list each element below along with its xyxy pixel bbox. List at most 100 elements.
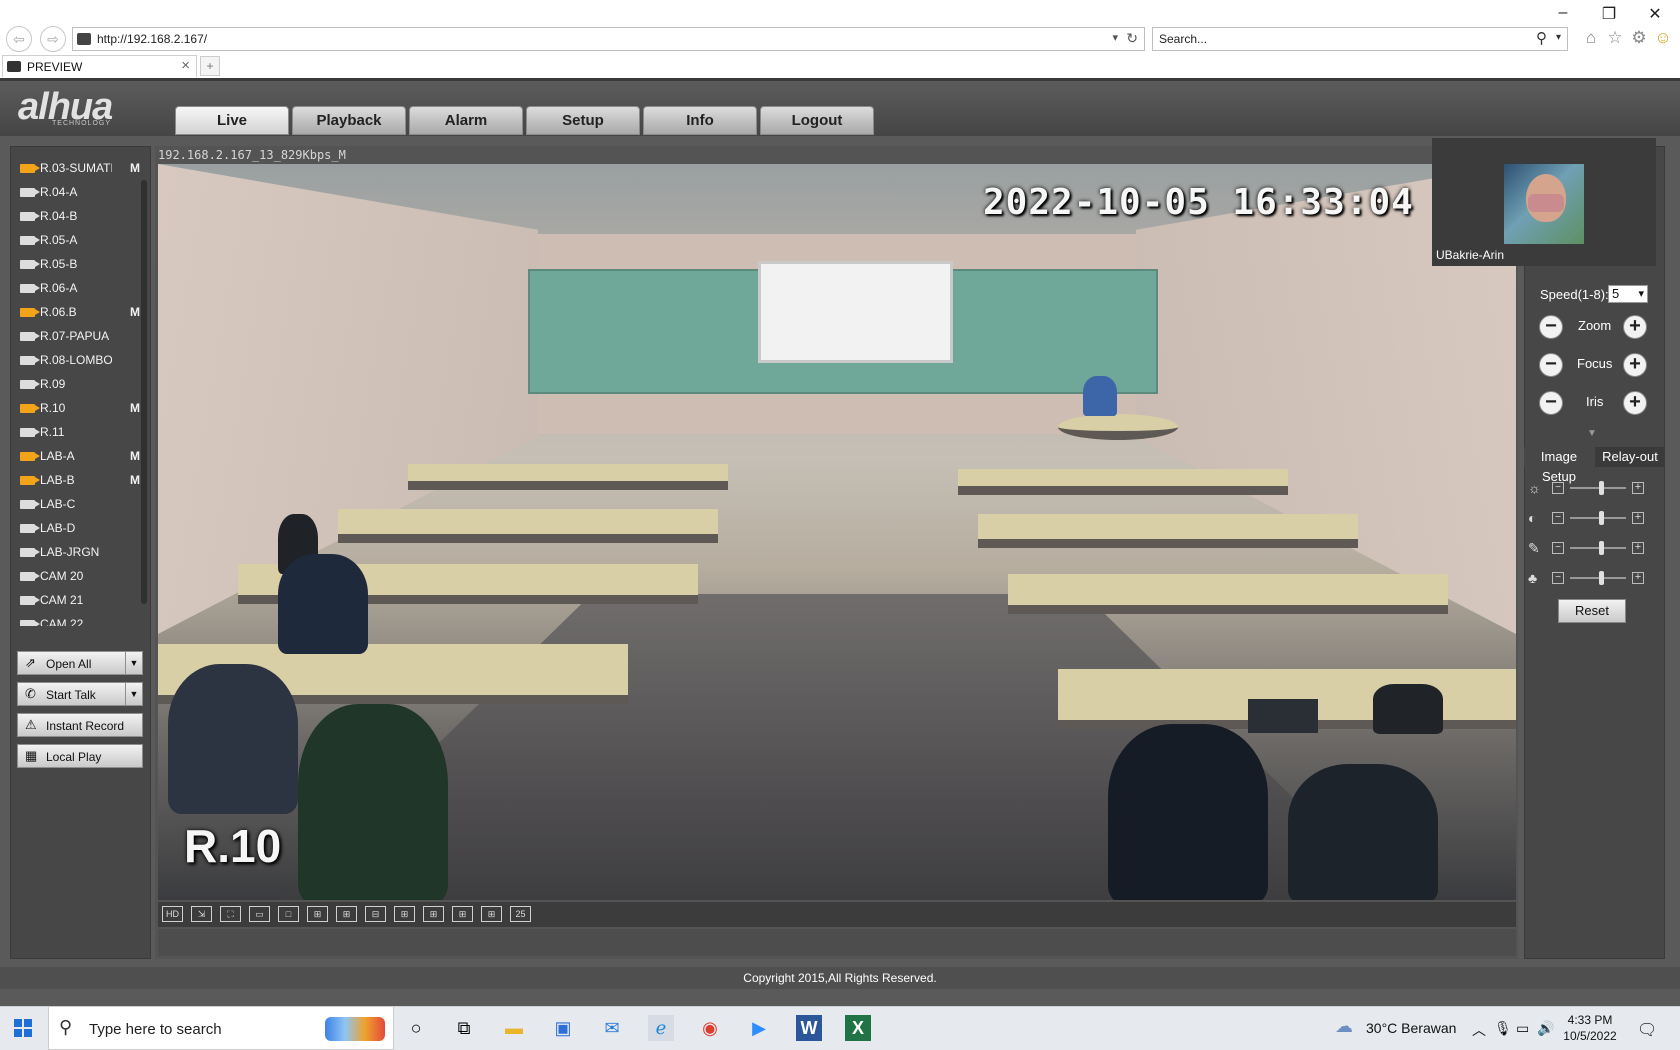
view-toolbar-button[interactable]: ⊞ [481, 906, 502, 922]
camera-item[interactable]: R.06-A [14, 276, 144, 300]
favorites-star-icon[interactable]: ☆ [1604, 28, 1626, 48]
image-slider-row[interactable]: ◐ − + [1528, 510, 1652, 526]
search-icon[interactable]: ⚲ [1536, 29, 1547, 47]
collapse-arrow-icon[interactable]: ▼ [1587, 428, 1597, 439]
restore-button[interactable]: ❐ [1594, 4, 1624, 24]
settings-gear-icon[interactable]: ⚙ [1628, 28, 1650, 48]
address-bar[interactable]: http://192.168.2.167/ ▾ ↻ [72, 27, 1145, 51]
tab-setup[interactable]: Setup [526, 106, 640, 135]
smiley-feedback-icon[interactable]: ☺ [1652, 28, 1674, 48]
local-play-button[interactable]: ▦ Local Play [17, 744, 143, 768]
view-toolbar-button[interactable]: ⊞ [452, 906, 473, 922]
view-toolbar-button[interactable]: ▭ [249, 906, 270, 922]
microphone-icon[interactable]: 🎙 [1494, 1020, 1512, 1037]
slider-plus-button[interactable]: + [1632, 482, 1644, 494]
tray-chevron-icon[interactable]: ︿ [1472, 1020, 1486, 1040]
zoom-app-icon[interactable]: ▶ [746, 1015, 772, 1041]
address-url[interactable]: http://192.168.2.167/ [97, 32, 207, 46]
close-window-button[interactable]: ✕ [1640, 4, 1670, 24]
image-slider-row[interactable]: ♣ − + [1528, 570, 1652, 586]
microsoft-store-icon[interactable]: ▣ [550, 1015, 576, 1041]
view-toolbar-button[interactable]: ⊟ [365, 906, 386, 922]
slider-plus-button[interactable]: + [1632, 512, 1644, 524]
iris-plus-button[interactable]: + [1623, 391, 1647, 415]
camera-item[interactable]: CAM 20 [14, 564, 144, 588]
taskbar-search[interactable]: ⚲ Type here to search [48, 1006, 394, 1050]
taskbar-clock[interactable]: 4:33 PM 10/5/2022 [1550, 1012, 1630, 1044]
tab-close-icon[interactable]: × [181, 57, 190, 74]
image-slider-row[interactable]: ☼ − + [1528, 480, 1652, 496]
camera-item[interactable]: LAB-D [14, 516, 144, 540]
camera-item[interactable]: R.05-A [14, 228, 144, 252]
search-dropdown-icon[interactable]: ▾ [1556, 32, 1561, 43]
word-icon[interactable]: W [796, 1015, 822, 1041]
view-toolbar-button[interactable]: ⇲ [191, 906, 212, 922]
tab-info[interactable]: Info [643, 106, 757, 135]
camera-item[interactable]: CAM 22 [14, 612, 144, 626]
view-toolbar-button[interactable]: ⊞ [423, 906, 444, 922]
slider-track[interactable] [1570, 517, 1626, 519]
camera-item[interactable]: R.10 M [14, 396, 144, 420]
network-icon[interactable]: ▭ [1516, 1020, 1529, 1037]
tab-alarm[interactable]: Alarm [409, 106, 523, 135]
slider-track[interactable] [1570, 487, 1626, 489]
tab-logout[interactable]: Logout [760, 106, 874, 135]
view-toolbar-button[interactable]: ⛶ [220, 906, 241, 922]
tab-live[interactable]: Live [175, 106, 289, 135]
browser-search-box[interactable]: Search... ⚲ ▾ [1152, 27, 1568, 51]
mail-icon[interactable]: ✉ [599, 1015, 625, 1041]
tab-playback[interactable]: Playback [292, 106, 406, 135]
camera-item[interactable]: R.11 [14, 420, 144, 444]
camera-item[interactable]: LAB-B M [14, 468, 144, 492]
excel-icon[interactable]: X [845, 1015, 871, 1041]
slider-knob[interactable] [1599, 511, 1604, 525]
slider-minus-button[interactable]: − [1552, 482, 1564, 494]
zoom-out-button[interactable]: − [1539, 315, 1563, 339]
minimize-button[interactable]: – [1548, 4, 1578, 22]
iris-minus-button[interactable]: − [1539, 391, 1563, 415]
camera-item[interactable]: R.07-PAPUA [14, 324, 144, 348]
slider-minus-button[interactable]: − [1552, 572, 1564, 584]
slider-knob[interactable] [1599, 571, 1604, 585]
camera-item[interactable]: R.04-A [14, 180, 144, 204]
camera-item[interactable]: R.04-B [14, 204, 144, 228]
start-talk-dropdown-icon[interactable]: ▼ [125, 683, 142, 705]
view-toolbar-button[interactable]: HD [162, 906, 183, 922]
slider-track[interactable] [1570, 547, 1626, 549]
slider-minus-button[interactable]: − [1552, 512, 1564, 524]
camera-item[interactable]: LAB-C [14, 492, 144, 516]
windows-start-icon[interactable] [14, 1019, 32, 1037]
slider-minus-button[interactable]: − [1552, 542, 1564, 554]
slider-knob[interactable] [1599, 541, 1604, 555]
cortana-icon[interactable]: ○ [403, 1015, 429, 1041]
start-talk-button[interactable]: ✆ Start Talk ▼ [17, 682, 143, 706]
open-all-button[interactable]: ⇗ Open All ▼ [17, 651, 143, 675]
camera-item[interactable]: LAB-JRGN [14, 540, 144, 564]
camera-item[interactable]: R.03-SUMATERA M [14, 156, 144, 180]
instant-record-button[interactable]: ⚠ Instant Record [17, 713, 143, 737]
live-video-feed[interactable]: 2022-10-05 16:33:04 R.10 [158, 164, 1516, 900]
slider-track[interactable] [1570, 577, 1626, 579]
tab-relay-out[interactable]: Relay-out [1595, 447, 1665, 467]
slider-plus-button[interactable]: + [1632, 572, 1644, 584]
chrome-icon[interactable]: ◉ [697, 1015, 723, 1041]
forward-button[interactable]: ⇨ [40, 26, 66, 52]
notifications-icon[interactable]: 🗨 [1637, 1020, 1657, 1040]
camera-item[interactable]: R.06.B M [14, 300, 144, 324]
camera-list[interactable]: R.03-SUMATERA M R.04-A R.04-B R.05-A R.05-B R.… [14, 156, 144, 626]
new-tab-button[interactable]: + [200, 56, 220, 76]
tab-image-setup[interactable]: Image Setup [1524, 447, 1594, 484]
focus-plus-button[interactable]: + [1623, 353, 1647, 377]
camera-list-scrollbar[interactable] [141, 180, 147, 604]
speed-select[interactable]: 5 ▾ [1608, 285, 1648, 303]
view-toolbar-button[interactable]: 25 [510, 906, 531, 922]
reset-button[interactable]: Reset [1558, 599, 1626, 623]
zoom-in-button[interactable]: + [1623, 315, 1647, 339]
browser-tab-preview[interactable]: PREVIEW × [2, 55, 197, 77]
refresh-icon[interactable]: ↻ [1126, 30, 1138, 47]
view-toolbar-button[interactable]: ⊞ [336, 906, 357, 922]
camera-item[interactable]: CAM 21 [14, 588, 144, 612]
focus-minus-button[interactable]: − [1539, 353, 1563, 377]
view-toolbar-button[interactable]: ⊞ [307, 906, 328, 922]
weather-text[interactable]: 30°C Berawan [1366, 1020, 1456, 1036]
